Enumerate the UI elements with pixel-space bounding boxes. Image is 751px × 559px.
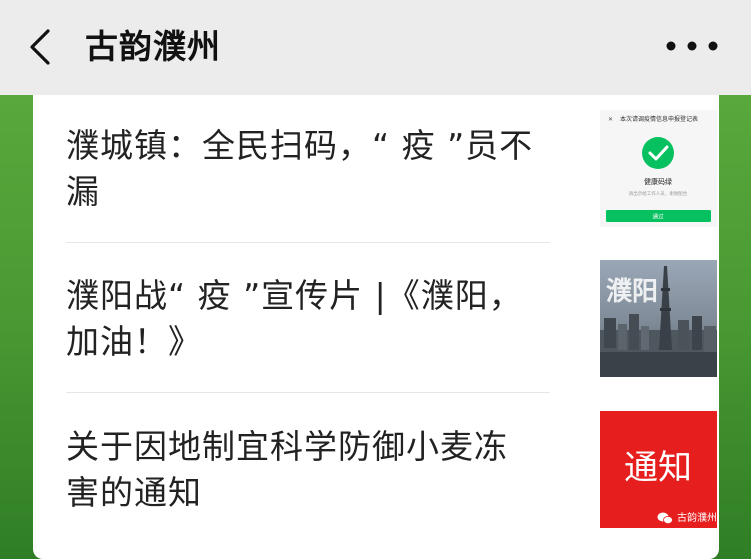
thumb-footer-text: 古韵濮州 — [677, 511, 717, 524]
thumb-main-text: 通知 — [624, 448, 692, 488]
article-thumbnail: 通知 古韵濮州 — [600, 411, 717, 528]
page-title: 古韵濮州 — [85, 27, 221, 66]
top-bar: 古韵濮州 — [0, 0, 751, 95]
article-list-card: 濮城镇：全民扫码，“ 疫 ”员不漏 ✕ 本次请调疫情信息申报登记表 健康码绿 请… — [33, 95, 719, 559]
check-circle-icon — [642, 137, 674, 169]
divider — [66, 392, 550, 393]
more-horizontal-icon[interactable] — [664, 36, 720, 56]
article-thumbnail: 濮阳 — [600, 260, 717, 377]
thumb-button-text: 通过 — [652, 213, 664, 221]
article-item[interactable]: 濮阳战“ 疫 ”宣传片 |《濮阳，加油！》 濮阳 — [66, 260, 717, 377]
article-thumbnail: ✕ 本次请调疫情信息申报登记表 健康码绿 请出示给工作人员，谢谢配合 通过 — [600, 110, 717, 227]
divider — [66, 242, 550, 243]
article-title: 濮城镇：全民扫码，“ 疫 ”员不漏 — [66, 126, 534, 211]
thumb-status-text: 健康码绿 — [644, 177, 672, 186]
thumb-top-text: 本次请调疫情信息申报登记表 — [620, 115, 698, 123]
article-item[interactable]: 濮城镇：全民扫码，“ 疫 ”员不漏 ✕ 本次请调疫情信息申报登记表 健康码绿 请… — [66, 110, 717, 227]
svg-text:✕: ✕ — [608, 117, 613, 123]
chevron-left-icon[interactable] — [26, 27, 58, 67]
thumb-sub-text: 请出示给工作人员，谢谢配合 — [629, 190, 688, 197]
article-title: 关于因地制宜科学防御小麦冻害的通知 — [66, 427, 508, 512]
article-title: 濮阳战“ 疫 ”宣传片 |《濮阳，加油！》 — [66, 276, 523, 361]
article-item[interactable]: 关于因地制宜科学防御小麦冻害的通知 通知 古韵濮州 — [66, 411, 717, 528]
thumb-overlay-text: 濮阳 — [606, 277, 658, 307]
